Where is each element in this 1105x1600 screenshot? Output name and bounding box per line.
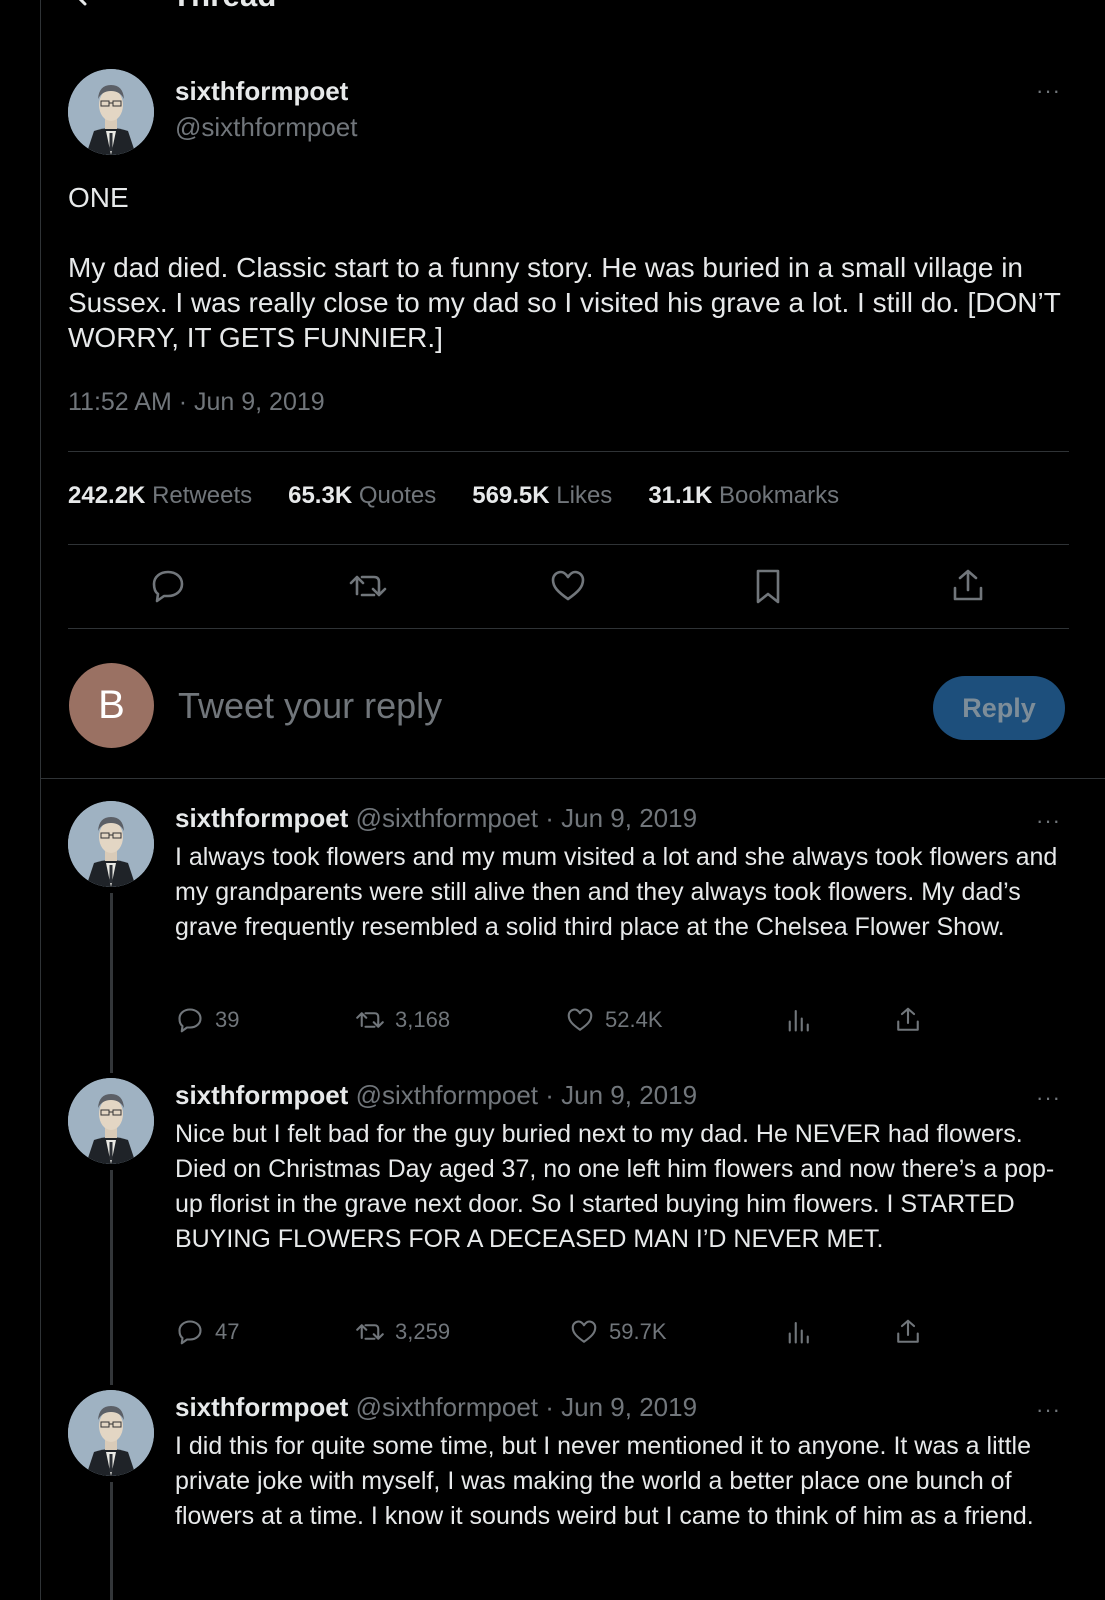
more-options-icon[interactable]: ··· <box>1036 808 1061 834</box>
tweet-meta[interactable]: @sixthformpoet · Jun 9, 2019 <box>356 1392 697 1422</box>
avatar[interactable] <box>68 1390 154 1476</box>
more-options-icon[interactable]: ··· <box>1036 78 1061 104</box>
like-icon <box>567 1008 593 1031</box>
stat-retweets[interactable]: 242.2K Retweets <box>68 482 252 510</box>
tweet-actions: 39 3,168 52.4K <box>175 1005 935 1039</box>
share-action[interactable] <box>893 1317 923 1347</box>
like-icon[interactable] <box>548 566 588 606</box>
tweet-header: sixthformpoet @sixthformpoet · Jun 9, 20… <box>175 1392 697 1423</box>
retweet-icon[interactable] <box>348 566 388 606</box>
stat-bookmarks[interactable]: 31.1K Bookmarks <box>648 482 839 510</box>
divider <box>68 628 1069 629</box>
tweet-text: Nice but I felt bad for the guy buried n… <box>175 1120 1055 1253</box>
reply-action[interactable]: 39 <box>175 1005 239 1035</box>
tweet-timestamp[interactable]: 11:52 AM · Jun 9, 2019 <box>68 388 325 417</box>
share-icon <box>897 1007 919 1031</box>
views-action[interactable] <box>783 1317 813 1347</box>
author-name[interactable]: sixthformpoet <box>175 76 348 107</box>
author-name[interactable]: sixthformpoet <box>175 803 348 833</box>
more-options-icon[interactable]: ··· <box>1036 1397 1061 1423</box>
tweet-text: I always took flowers and my mum visited… <box>175 843 1065 941</box>
thread-connector <box>110 1482 113 1600</box>
like-icon <box>571 1320 597 1343</box>
like-action[interactable]: 59.7K <box>569 1317 667 1347</box>
bookmark-icon[interactable] <box>748 566 788 606</box>
reply-action[interactable]: 47 <box>175 1317 239 1347</box>
like-count: 59.7K <box>609 1319 667 1344</box>
retweet-action[interactable]: 3,259 <box>355 1317 450 1347</box>
page-title: Thread <box>172 0 277 14</box>
share-action[interactable] <box>893 1005 923 1035</box>
tweet-header: sixthformpoet @sixthformpoet · Jun 9, 20… <box>175 803 697 834</box>
reply-icon <box>178 1008 202 1033</box>
views-icon <box>788 1009 809 1032</box>
tweet-header: sixthformpoet @sixthformpoet · Jun 9, 20… <box>175 1080 697 1111</box>
stat-likes[interactable]: 569.5K Likes <box>472 482 612 510</box>
reply-input[interactable]: Tweet your reply <box>178 685 442 727</box>
tweet-actions <box>68 566 1069 610</box>
divider <box>40 778 1105 779</box>
share-icon <box>897 1319 919 1343</box>
tweet-actions: 47 3,259 59.7K <box>175 1317 935 1351</box>
reply-icon <box>178 1320 202 1345</box>
more-options-icon[interactable]: ··· <box>1036 1085 1061 1111</box>
tweet-meta[interactable]: @sixthformpoet · Jun 9, 2019 <box>356 1080 697 1110</box>
retweet-count: 3,168 <box>395 1007 451 1032</box>
stat-quotes[interactable]: 65.3K Quotes <box>288 482 436 510</box>
share-icon[interactable] <box>948 566 988 606</box>
avatar[interactable] <box>68 69 154 155</box>
like-count: 52.4K <box>605 1007 663 1032</box>
tweet-meta[interactable]: @sixthformpoet · Jun 9, 2019 <box>356 803 697 833</box>
tweet-text: I did this for quite some time, but I ne… <box>175 1432 1038 1530</box>
thread-connector <box>110 1170 113 1385</box>
column-border <box>40 0 41 1600</box>
avatar[interactable] <box>68 1078 154 1164</box>
tweet-stats: 242.2K Retweets 65.3K Quotes 569.5K Like… <box>68 482 839 510</box>
retweet-icon <box>356 1012 384 1028</box>
author-handle[interactable]: @sixthformpoet <box>175 112 357 143</box>
views-icon <box>788 1321 809 1344</box>
reply-button[interactable]: Reply <box>933 676 1065 740</box>
retweet-action[interactable]: 3,168 <box>355 1005 450 1035</box>
retweet-count: 3,259 <box>395 1319 451 1344</box>
author-name[interactable]: sixthformpoet <box>175 1392 348 1422</box>
reply-count: 39 <box>215 1007 240 1032</box>
like-action[interactable]: 52.4K <box>565 1005 663 1035</box>
divider <box>68 544 1069 545</box>
thread-connector <box>110 893 113 1073</box>
avatar[interactable] <box>68 801 154 887</box>
user-avatar[interactable]: B <box>69 663 154 748</box>
views-action[interactable] <box>783 1005 813 1035</box>
back-arrow-icon[interactable] <box>72 0 102 12</box>
tweet-text: ONE My dad died. Classic start to a funn… <box>68 182 1061 353</box>
retweet-icon <box>356 1324 384 1340</box>
reply-count: 47 <box>215 1319 240 1344</box>
divider <box>68 451 1069 452</box>
reply-icon[interactable] <box>148 566 188 606</box>
author-name[interactable]: sixthformpoet <box>175 1080 348 1110</box>
